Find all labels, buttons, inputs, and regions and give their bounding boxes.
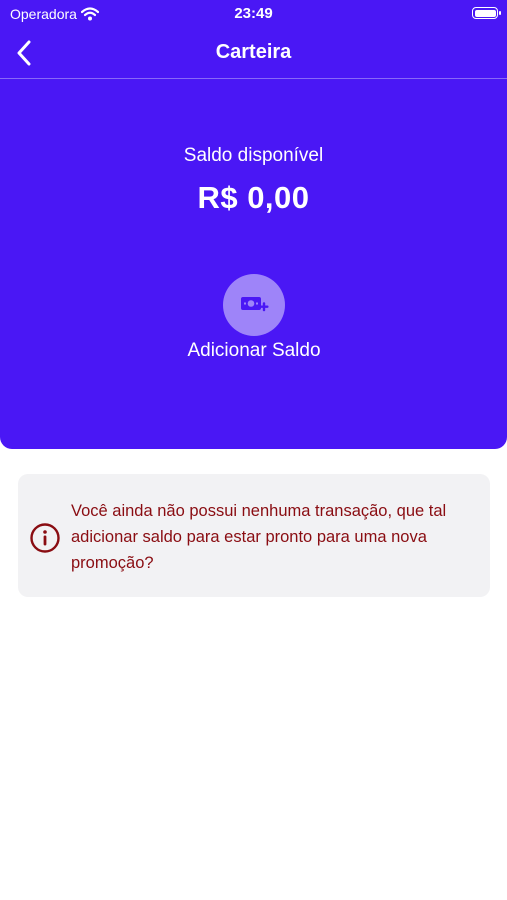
header-divider: [0, 78, 507, 79]
add-balance-label: Adicionar Saldo: [187, 340, 321, 361]
info-circle-icon: [30, 523, 60, 553]
add-balance-circle: [223, 274, 285, 336]
notice-message: Você ainda não possui nenhuma transação,…: [71, 502, 447, 572]
balance-value: R$ 0,00: [197, 180, 310, 215]
page-title: Carteira: [215, 41, 292, 63]
status-bar: Operadora 23:49: [0, 0, 507, 28]
empty-transactions-notice: Você ainda não possui nenhuma transação,…: [18, 474, 490, 597]
money-add-icon: [241, 297, 269, 312]
battery-icon: [472, 7, 501, 19]
wallet-header-panel: Operadora 23:49 Carteira Saldo disponíve…: [0, 0, 507, 449]
balance-label: Saldo disponível: [183, 145, 324, 166]
add-balance-button[interactable]: Adicionar Saldo: [180, 272, 328, 364]
navigation-bar: Carteira: [0, 28, 507, 78]
status-time: 23:49: [234, 5, 273, 22]
